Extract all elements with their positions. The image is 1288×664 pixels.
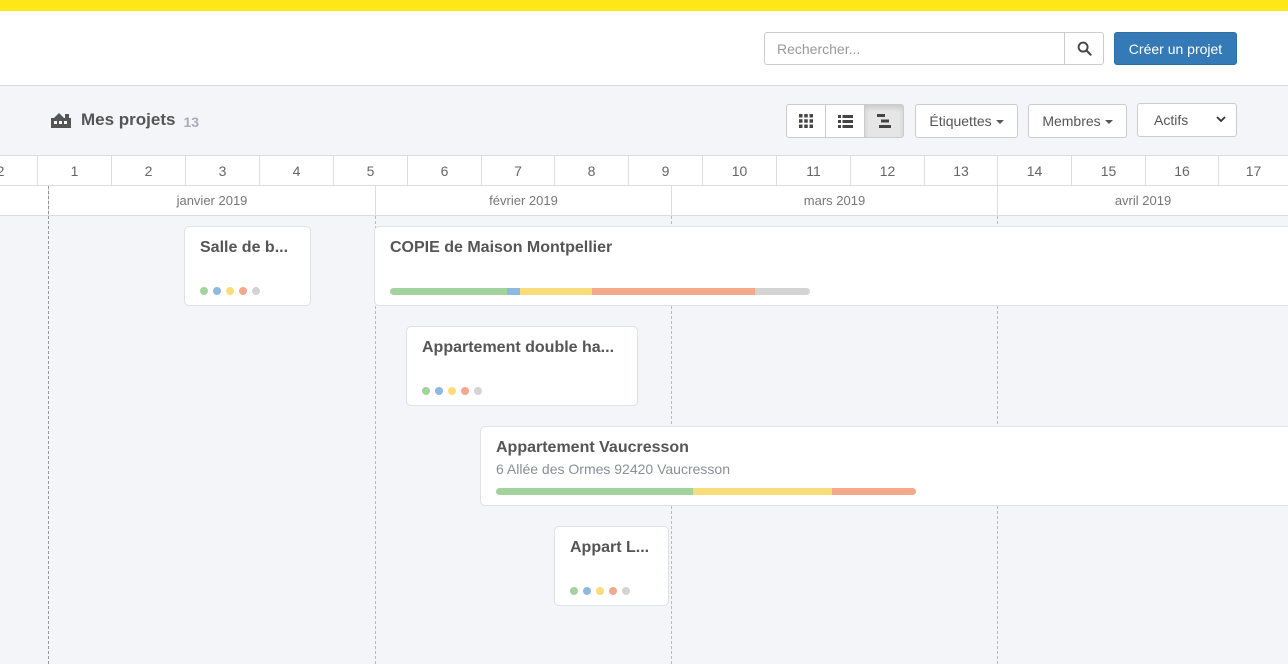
phase-dot — [200, 287, 208, 295]
week-header-row: 2 1 2 3 4 5 6 7 8 9 10 11 12 13 14 15 16… — [0, 155, 1288, 186]
page-title-text: Mes projets — [81, 110, 176, 129]
month-header-row: janvier 2019 février 2019 mars 2019 avri… — [0, 186, 1288, 216]
tags-dropdown[interactable]: Étiquettes — [915, 104, 1018, 138]
project-title: Appartement Vaucresson — [496, 439, 689, 456]
month-cell: mars 2019 — [671, 186, 997, 215]
week-cell: 9 — [628, 156, 702, 185]
week-cell: 5 — [333, 156, 407, 185]
week-cell: 7 — [481, 156, 554, 185]
progress-segment — [520, 288, 592, 295]
brand-top-bar — [0, 0, 1288, 11]
phase-dot — [570, 587, 578, 595]
progress-segment — [592, 288, 755, 295]
week-cell: 13 — [924, 156, 997, 185]
today-marker — [48, 186, 49, 664]
tags-dropdown-label: Étiquettes — [929, 113, 992, 129]
progress-segment — [496, 488, 693, 495]
month-cell: février 2019 — [375, 186, 671, 215]
project-card[interactable]: Appartement double ha... — [406, 326, 638, 406]
gantt-view-button[interactable] — [864, 104, 904, 138]
project-count: 13 — [183, 113, 200, 130]
progress-segment — [755, 288, 810, 295]
phase-dot — [474, 387, 482, 395]
phase-dot — [213, 287, 221, 295]
status-select-value: Actifs — [1154, 112, 1189, 128]
week-cell: 2 — [111, 156, 185, 185]
week-cell: 15 — [1071, 156, 1145, 185]
week-cell: 12 — [850, 156, 924, 185]
grid-view-button[interactable] — [786, 104, 826, 138]
phase-dots — [570, 587, 630, 595]
members-dropdown[interactable]: Membres — [1028, 104, 1127, 138]
buildings-icon — [51, 113, 71, 128]
project-card[interactable]: Salle de b... — [184, 226, 311, 306]
week-cell: 1 — [37, 156, 111, 185]
chevron-down-icon — [1216, 116, 1226, 123]
progress-segment — [507, 288, 520, 295]
week-cell: 3 — [185, 156, 259, 185]
phase-dot — [609, 587, 617, 595]
status-select[interactable]: Actifs — [1137, 103, 1237, 137]
project-progress-bar — [496, 488, 916, 495]
week-cell: 16 — [1145, 156, 1218, 185]
members-dropdown-label: Membres — [1042, 113, 1101, 129]
search-icon — [1077, 41, 1092, 56]
week-cell: 8 — [554, 156, 628, 185]
progress-segment — [693, 488, 832, 495]
phase-dot — [622, 587, 630, 595]
page-title: Mes projets 13 — [50, 110, 199, 130]
project-card[interactable]: Appartement Vaucresson 6 Allée des Ormes… — [480, 426, 1288, 506]
project-card[interactable]: Appart L... — [554, 526, 669, 606]
project-title: Salle de b... — [200, 239, 289, 256]
month-cell: janvier 2019 — [48, 186, 375, 215]
list-icon — [837, 114, 853, 128]
phase-dot — [461, 387, 469, 395]
phase-dot — [239, 287, 247, 295]
create-project-button[interactable]: Créer un projet — [1114, 32, 1237, 65]
project-title: Appart L... — [570, 539, 650, 556]
phase-dots — [200, 287, 260, 295]
project-title: Appartement double ha... — [422, 339, 615, 356]
project-address: 6 Allée des Ormes 92420 Vaucresson — [496, 461, 730, 477]
week-cell: 11 — [776, 156, 850, 185]
phase-dot — [226, 287, 234, 295]
search-input[interactable] — [764, 32, 1065, 65]
phase-dot — [422, 387, 430, 395]
week-cell: 17 — [1218, 156, 1288, 185]
grid-icon — [799, 114, 813, 128]
phase-dot — [596, 587, 604, 595]
phase-dots — [422, 387, 482, 395]
week-cell: 6 — [407, 156, 481, 185]
gantt-icon — [876, 114, 891, 128]
view-switcher — [786, 104, 904, 138]
list-view-button[interactable] — [825, 104, 865, 138]
phase-dot — [435, 387, 443, 395]
project-progress-bar — [390, 288, 810, 295]
search-button[interactable] — [1064, 32, 1104, 65]
project-title: COPIE de Maison Montpellier — [390, 239, 613, 256]
phase-dot — [583, 587, 591, 595]
header: Créer un projet — [0, 11, 1288, 86]
progress-segment — [832, 488, 916, 495]
caret-down-icon — [995, 120, 1004, 124]
week-cell: 4 — [259, 156, 333, 185]
month-cell: avril 2019 — [997, 186, 1288, 215]
project-card[interactable]: COPIE de Maison Montpellier — [374, 226, 1288, 306]
week-cell: 2 — [0, 156, 37, 185]
caret-down-icon — [1104, 120, 1113, 124]
week-cell: 14 — [997, 156, 1071, 185]
progress-segment — [390, 288, 507, 295]
week-cell: 10 — [702, 156, 776, 185]
phase-dot — [252, 287, 260, 295]
phase-dot — [448, 387, 456, 395]
